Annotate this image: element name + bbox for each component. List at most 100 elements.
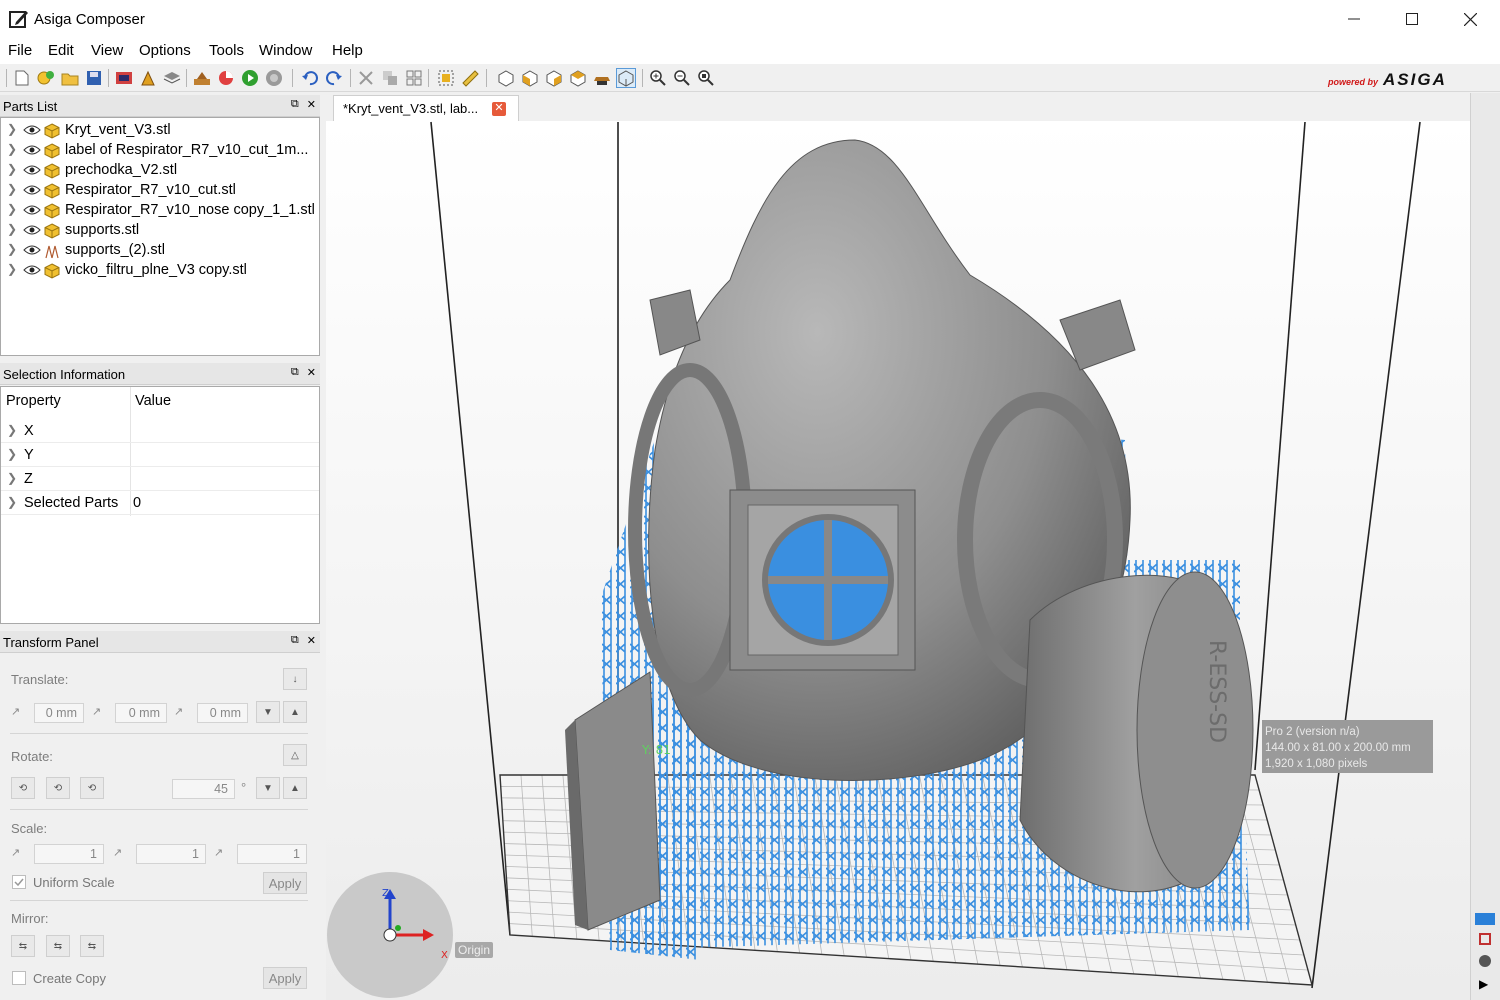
minimize-button[interactable] — [1325, 0, 1383, 38]
expand-arrow-icon[interactable]: ❯ — [7, 122, 17, 136]
menu-edit[interactable]: Edit — [48, 42, 74, 59]
visibility-eye-icon[interactable] — [23, 264, 41, 278]
redo-icon[interactable] — [324, 68, 344, 88]
float-icon[interactable]: ⧉ — [291, 98, 299, 111]
dock-close-icon[interactable]: ✕ — [307, 634, 316, 647]
measure-icon[interactable] — [460, 68, 480, 88]
rotate-z-button[interactable]: ⟲ — [80, 777, 104, 799]
delete-icon[interactable] — [356, 68, 376, 88]
float-icon[interactable]: ⧉ — [291, 366, 299, 379]
menu-window[interactable]: Window — [259, 42, 312, 59]
expand-arrow-icon[interactable]: ❯ — [7, 471, 17, 485]
property-row[interactable]: ❯ Z — [1, 467, 319, 491]
expand-arrow-icon[interactable]: ❯ — [7, 202, 17, 216]
menu-file[interactable]: File — [8, 42, 32, 59]
uniform-scale-checkbox[interactable] — [12, 875, 26, 889]
build-tray-icon[interactable] — [114, 68, 134, 88]
part-row[interactable]: ❯ Respirator_R7_v10_cut.stl — [1, 181, 319, 201]
layers-icon[interactable] — [162, 68, 182, 88]
scale-x-field[interactable]: 1 — [34, 844, 104, 864]
globe-icon[interactable] — [264, 68, 284, 88]
property-row[interactable]: ❯ Selected Parts 0 — [1, 491, 319, 515]
menu-view[interactable]: View — [91, 42, 123, 59]
slice-icon[interactable] — [192, 68, 212, 88]
visibility-eye-icon[interactable] — [23, 224, 41, 238]
visibility-eye-icon[interactable] — [23, 124, 41, 138]
float-icon[interactable]: ⧉ — [291, 634, 299, 647]
view-iso-icon[interactable] — [496, 68, 516, 88]
expand-arrow-icon[interactable]: ❯ — [7, 242, 17, 256]
save-icon[interactable] — [84, 68, 104, 88]
part-row[interactable]: ❯ label of Respirator_R7_v10_cut_1m... — [1, 141, 319, 161]
add-part-icon[interactable] — [36, 68, 56, 88]
open-folder-icon[interactable] — [60, 68, 80, 88]
visibility-eye-icon[interactable] — [23, 204, 41, 218]
create-copy-checkbox[interactable] — [12, 971, 26, 985]
duplicate-icon[interactable] — [380, 68, 400, 88]
scale-y-field[interactable]: 1 — [136, 844, 206, 864]
expand-arrow-icon[interactable]: ❯ — [7, 447, 17, 461]
rotate-down-button[interactable]: ▼ — [256, 777, 280, 799]
menu-options[interactable]: Options — [139, 42, 191, 59]
select-all-icon[interactable] — [436, 68, 456, 88]
view-perspective-icon[interactable] — [616, 68, 636, 88]
tab-close-icon[interactable]: ✕ — [492, 102, 506, 116]
rotate-y-button[interactable]: ⟲ — [46, 777, 70, 799]
zoom-fit-icon[interactable] — [696, 68, 716, 88]
expand-arrow-icon[interactable]: ❯ — [7, 262, 17, 276]
visibility-eye-icon[interactable] — [23, 244, 41, 258]
mirror-z-button[interactable]: ⇆ — [80, 935, 104, 957]
expand-arrow-icon[interactable]: ❯ — [7, 162, 17, 176]
play-icon[interactable]: ▶ — [1479, 977, 1488, 991]
visibility-eye-icon[interactable] — [23, 144, 41, 158]
undo-icon[interactable] — [300, 68, 320, 88]
dock-close-icon[interactable]: ✕ — [307, 366, 316, 379]
close-button[interactable] — [1441, 0, 1499, 38]
translate-y-field[interactable]: 0 mm — [115, 703, 167, 723]
slice-marker-icon[interactable] — [1479, 933, 1491, 945]
expand-arrow-icon[interactable]: ❯ — [7, 222, 17, 236]
translate-x-field[interactable]: 0 mm — [34, 703, 84, 723]
view-front-icon[interactable] — [520, 68, 540, 88]
property-row[interactable]: ❯ Y — [1, 443, 319, 467]
rotate-angle-field[interactable]: 45 — [172, 779, 235, 799]
dock-close-icon[interactable]: ✕ — [307, 98, 316, 111]
view-top-icon[interactable] — [568, 68, 588, 88]
zoom-in-icon[interactable] — [648, 68, 668, 88]
rotate-x-button[interactable]: ⟲ — [11, 777, 35, 799]
maximize-button[interactable] — [1383, 0, 1441, 38]
statistics-icon[interactable] — [216, 68, 236, 88]
visibility-eye-icon[interactable] — [23, 184, 41, 198]
menu-help[interactable]: Help — [332, 42, 363, 59]
scale-apply-button[interactable]: Apply — [263, 872, 307, 894]
view-bottom-icon[interactable] — [592, 68, 612, 88]
part-row[interactable]: ❯ vicko_filtru_plne_V3 copy.stl — [1, 261, 319, 281]
auto-orient-button[interactable]: △ — [283, 744, 307, 766]
view-side-icon[interactable] — [544, 68, 564, 88]
translate-up-button[interactable]: ▲ — [283, 701, 307, 723]
layer-icon[interactable] — [1479, 955, 1491, 967]
mirror-y-button[interactable]: ⇆ — [46, 935, 70, 957]
mirror-apply-button[interactable]: Apply — [263, 967, 307, 989]
scale-z-field[interactable]: 1 — [237, 844, 307, 864]
rotate-up-button[interactable]: ▲ — [283, 777, 307, 799]
translate-z-field[interactable]: 0 mm — [197, 703, 248, 723]
part-row[interactable]: ❯ prechodka_V2.stl — [1, 161, 319, 181]
visibility-eye-icon[interactable] — [23, 164, 41, 178]
property-row[interactable]: ❯ X — [1, 419, 319, 443]
menu-tools[interactable]: Tools — [209, 42, 244, 59]
mirror-x-button[interactable]: ⇆ — [11, 935, 35, 957]
part-row[interactable]: ❯ supports_(2).stl — [1, 241, 319, 261]
3d-viewport[interactable]: R-ESS-SD Y: 81 Z X — [326, 121, 1470, 1000]
supports-icon[interactable] — [138, 68, 158, 88]
part-row[interactable]: ❯ Kryt_vent_V3.stl — [1, 121, 319, 141]
expand-arrow-icon[interactable]: ❯ — [7, 182, 17, 196]
drop-to-plate-button[interactable]: ↓ — [283, 668, 307, 690]
part-row[interactable]: ❯ supports.stl — [1, 221, 319, 241]
new-file-icon[interactable] — [12, 68, 32, 88]
play-build-icon[interactable] — [240, 68, 260, 88]
part-row[interactable]: ❯ Respirator_R7_v10_nose copy_1_1.stl — [1, 201, 319, 221]
expand-arrow-icon[interactable]: ❯ — [7, 142, 17, 156]
zoom-out-icon[interactable] — [672, 68, 692, 88]
expand-arrow-icon[interactable]: ❯ — [7, 495, 17, 509]
